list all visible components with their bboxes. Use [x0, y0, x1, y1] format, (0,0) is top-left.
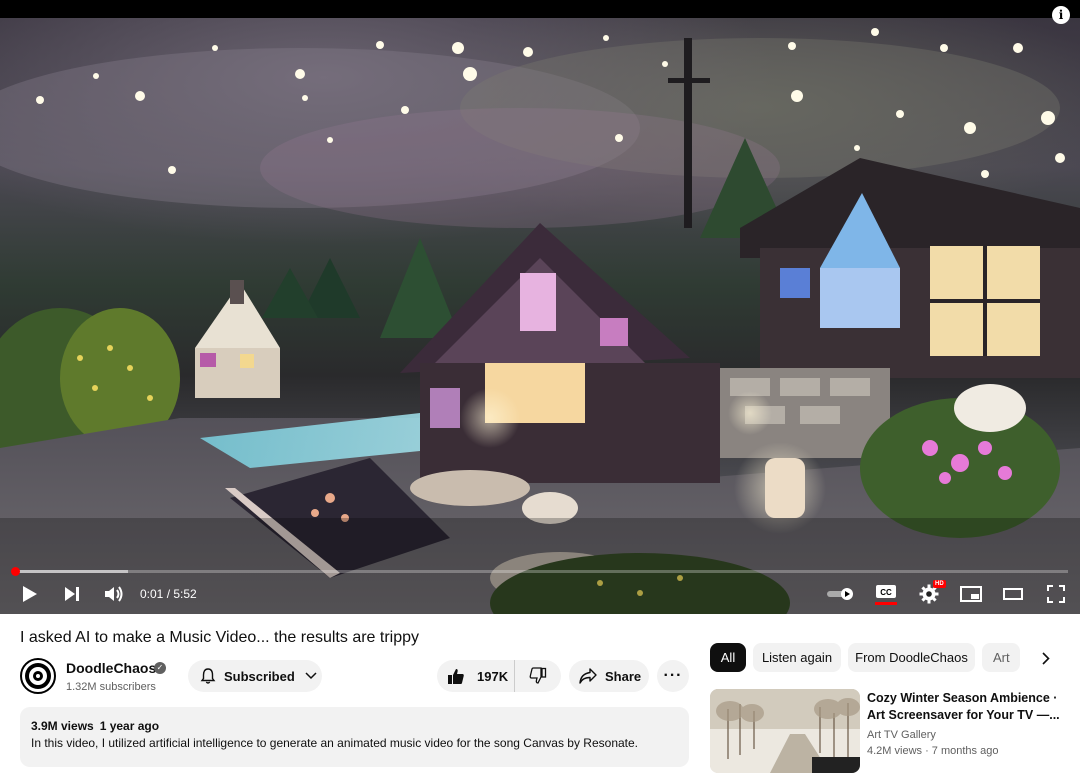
verified-icon: ✓: [154, 662, 166, 674]
description-text: In this video, I utilized artificial int…: [31, 736, 639, 750]
recommended-title-line-2: Art Screensaver for Your TV —...: [867, 708, 1060, 722]
next-icon: [65, 587, 79, 601]
time-separator: /: [163, 587, 174, 601]
progress-loaded: [12, 570, 129, 573]
thumbs-down-icon: [529, 667, 547, 684]
more-actions-button[interactable]: ···: [657, 660, 689, 692]
view-count: 3.9M views: [31, 719, 94, 733]
chip-label: All: [720, 650, 736, 665]
like-button[interactable]: 197K: [437, 660, 515, 692]
hd-badge: HD: [933, 580, 946, 588]
autoplay-toggle[interactable]: [826, 580, 856, 608]
recommended-video-channel[interactable]: Art TV Gallery: [867, 729, 936, 741]
video-title: I asked AI to make a Music Video... the …: [20, 629, 420, 646]
bell-icon: [200, 668, 216, 684]
captions-icon: CC: [876, 584, 896, 598]
share-label: Share: [605, 668, 642, 684]
recommended-title-line-1: Cozy Winter Season Ambience ·: [867, 691, 1058, 705]
captions-button[interactable]: CC: [873, 580, 899, 608]
play-button[interactable]: [16, 580, 44, 608]
winter-scene-thumbnail: [710, 689, 860, 773]
volume-button[interactable]: [100, 580, 128, 608]
theater-mode-button[interactable]: [1000, 580, 1026, 608]
progress-bar[interactable]: [11, 567, 1068, 576]
recommended-video-title[interactable]: Cozy Winter Season Ambience · Art Screen…: [867, 690, 1067, 724]
like-dislike-group: 197K: [437, 660, 561, 692]
description-meta: 3.9M views 1 year ago: [31, 719, 678, 733]
share-button[interactable]: Share: [569, 660, 649, 692]
video-frame[interactable]: [0, 18, 1080, 614]
thumbs-up-icon: [448, 669, 464, 684]
miniplayer-button[interactable]: [958, 580, 984, 608]
like-count: 197K: [477, 668, 509, 684]
chip-label: From DoodleChaos: [855, 650, 968, 665]
video-player[interactable]: i 0:01 / 5:52 CC HD: [0, 0, 1080, 614]
svg-text:CC: CC: [880, 588, 892, 597]
subscribed-button[interactable]: Subscribed: [188, 660, 322, 692]
volume-icon: [105, 586, 123, 602]
dislike-button[interactable]: [515, 660, 561, 692]
next-button[interactable]: [58, 580, 86, 608]
description-box[interactable]: 3.9M views 1 year ago In this video, I ut…: [20, 707, 689, 767]
autoplay-toggle-icon: [827, 588, 853, 600]
captions-active-indicator: [875, 601, 897, 605]
info-icon[interactable]: i: [1052, 6, 1070, 24]
fullscreen-icon: [1047, 585, 1065, 603]
chip-from-doodlechaos[interactable]: From DoodleChaos: [848, 643, 975, 672]
chevron-down-icon: [305, 672, 317, 680]
channel-avatar[interactable]: [20, 658, 56, 694]
subscribed-label: Subscribed: [224, 668, 295, 684]
chevron-right-icon: [1042, 651, 1050, 665]
time-display: 0:01 / 5:52: [140, 587, 197, 601]
chip-listen-again[interactable]: Listen again: [753, 643, 841, 672]
upload-date: 1 year ago: [99, 719, 160, 733]
share-icon: [579, 668, 597, 684]
miniplayer-icon: [960, 586, 982, 602]
channel-name[interactable]: DoodleChaos: [66, 660, 156, 676]
video-scene-illustration: [0, 28, 1080, 614]
recommended-video-meta: 4.2M views · 7 months ago: [867, 745, 999, 757]
time-total: 5:52: [173, 587, 197, 601]
time-current: 0:01: [140, 587, 164, 601]
subscriber-count: 1.32M subscribers: [66, 681, 156, 693]
chip-all[interactable]: All: [710, 643, 746, 672]
chip-art[interactable]: Art: [982, 643, 1020, 672]
more-icon: ···: [663, 667, 683, 684]
recommended-video-thumbnail[interactable]: [710, 689, 860, 773]
play-icon: [23, 586, 37, 602]
channel-logo-icon: [25, 663, 51, 689]
chip-label: Listen again: [761, 650, 833, 665]
theater-icon: [1003, 588, 1023, 600]
fullscreen-button[interactable]: [1043, 580, 1069, 608]
chips-next-button[interactable]: [1036, 647, 1056, 669]
chip-label: Art: [993, 650, 1010, 665]
